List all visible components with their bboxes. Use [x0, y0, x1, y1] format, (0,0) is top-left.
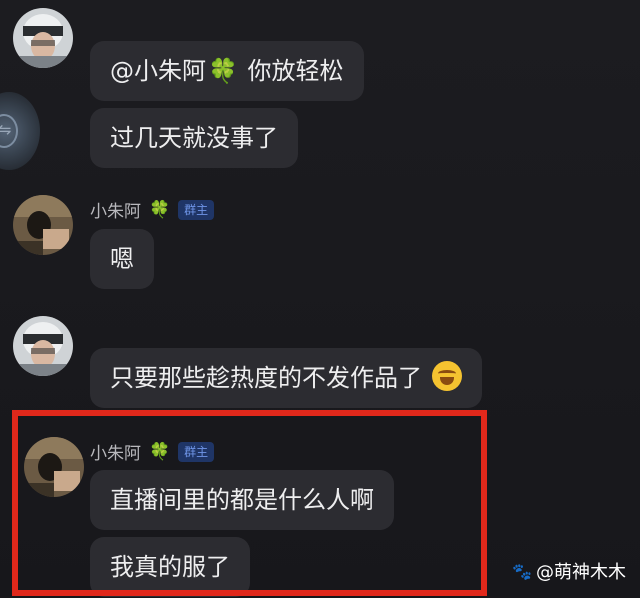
message-bubble-mention[interactable]: @小朱阿🍀 你放轻松 — [90, 41, 364, 101]
message-text: 过几天就没事了 — [110, 124, 278, 152]
message-bubble[interactable]: 嗯 — [90, 229, 154, 289]
mention-text[interactable]: @小朱阿 — [110, 57, 206, 85]
user-avatar[interactable] — [13, 8, 73, 68]
swap-icon: ⇋ — [0, 120, 12, 139]
floating-side-button[interactable]: ⇋ — [0, 92, 40, 170]
avatar-image — [13, 195, 73, 255]
watermark-text: @萌神木木 — [536, 562, 626, 583]
clover-icon: 🍀 — [149, 441, 171, 462]
owner-badge: 群主 — [178, 199, 215, 220]
sender-row: 小朱阿 🍀 群主 — [90, 197, 215, 222]
chat-screen: ⇋ @小朱阿🍀 你放轻松 过几天就没事了 小朱阿 🍀 群主 嗯 只要那些趁热度的… — [0, 0, 640, 598]
clover-icon: 🍀 — [208, 57, 238, 85]
avatar-image — [13, 8, 73, 68]
group-owner-avatar[interactable] — [13, 195, 73, 255]
sender-row: 小朱阿 🍀 群主 — [90, 439, 215, 464]
message-bubble[interactable]: 只要那些趁热度的不发作品了 — [90, 348, 482, 408]
sender-name[interactable]: 小朱阿 — [90, 439, 141, 464]
message-text: 嗯 — [110, 245, 134, 273]
user-avatar[interactable] — [13, 316, 73, 376]
paw-icon: 🐾 — [512, 561, 532, 581]
message-text: 直播间里的都是什么人啊 — [110, 486, 374, 514]
message-text: 我真的服了 — [110, 553, 230, 581]
laughing-emoji-icon — [431, 361, 462, 391]
clover-icon: 🍀 — [149, 199, 171, 220]
message-bubble[interactable]: 过几天就没事了 — [90, 108, 298, 168]
avatar-image — [24, 437, 84, 497]
message-text: 你放轻松 — [239, 57, 344, 85]
message-bubble[interactable]: 直播间里的都是什么人啊 — [90, 470, 394, 530]
message-bubble[interactable]: 我真的服了 — [90, 537, 250, 597]
owner-badge: 群主 — [178, 441, 215, 462]
avatar-image — [13, 316, 73, 376]
message-text: 只要那些趁热度的不发作品了 — [110, 364, 422, 392]
watermark: 🐾 @萌神木木 — [512, 558, 626, 584]
sender-name[interactable]: 小朱阿 — [90, 197, 141, 222]
group-owner-avatar[interactable] — [24, 437, 84, 497]
